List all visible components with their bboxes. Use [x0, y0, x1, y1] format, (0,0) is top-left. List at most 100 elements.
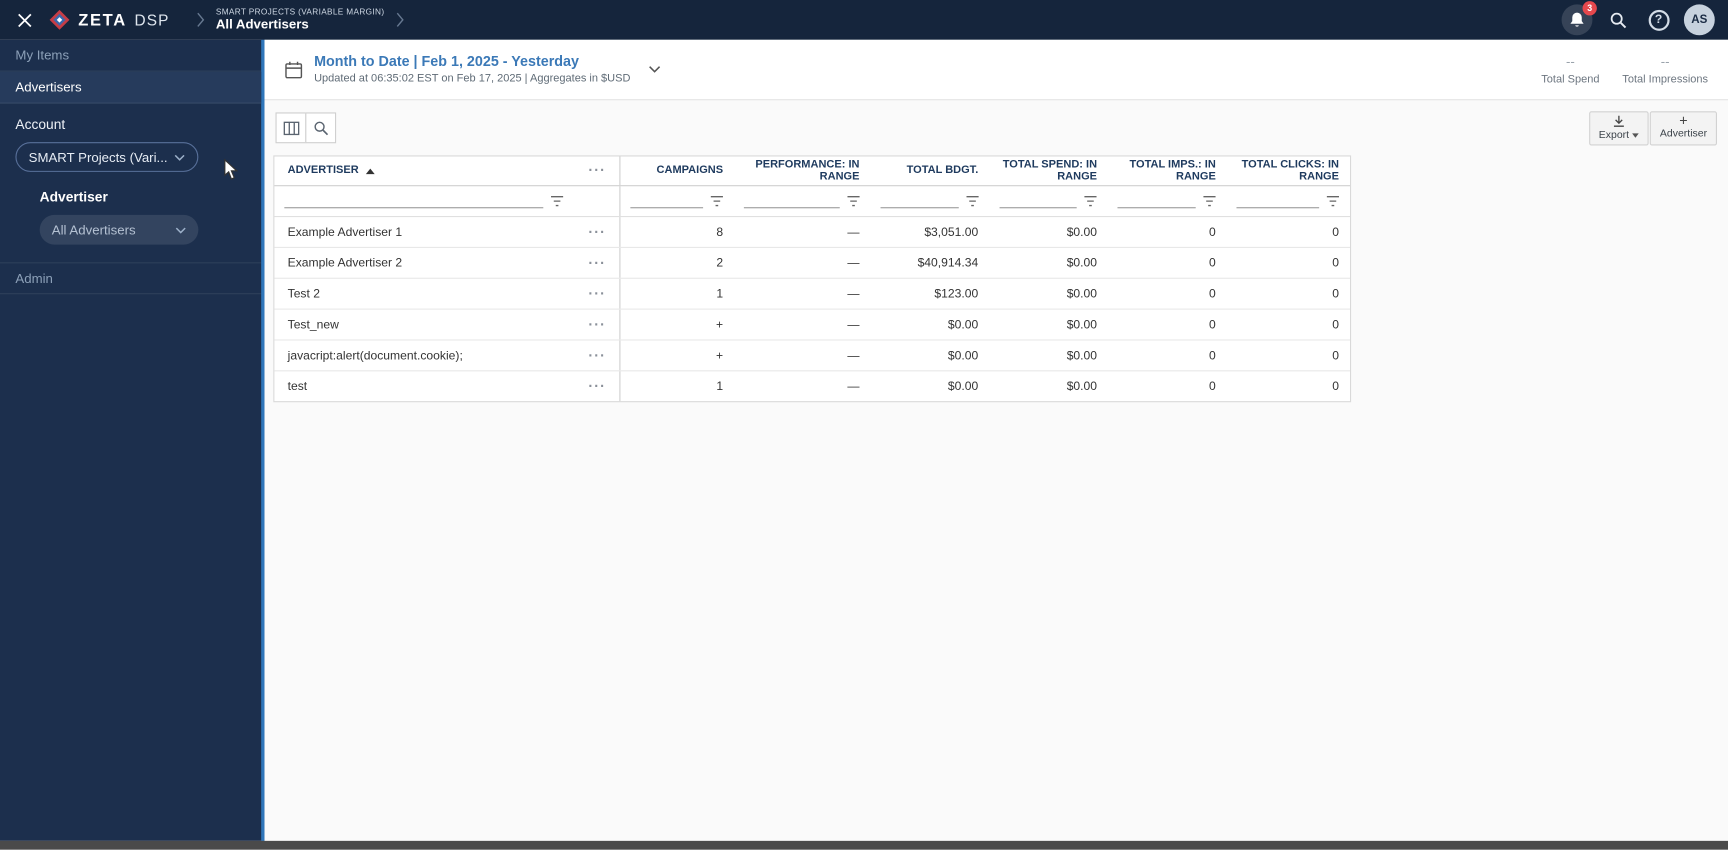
- total-imps-cell: 0: [1209, 348, 1216, 363]
- table-row: Test 2 ··· 1 — $123.00 $0.00 0 0: [274, 278, 1350, 310]
- filter-icon[interactable]: [1084, 195, 1098, 207]
- row-more-options[interactable]: ···: [575, 309, 621, 340]
- advertiser-name-cell[interactable]: Test 2: [274, 279, 574, 309]
- row-more-options[interactable]: ···: [575, 278, 621, 309]
- close-menu-button[interactable]: [0, 0, 48, 40]
- total-budget-filter-input[interactable]: [880, 195, 959, 208]
- total-spend-cell: $0.00: [1066, 317, 1098, 332]
- sidebar: My Items Advertisers Account SMART Proje…: [0, 39, 265, 841]
- avatar-initials: AS: [1685, 5, 1714, 35]
- grid-search-button[interactable]: [305, 112, 337, 144]
- advertiser-name-cell[interactable]: Example Advertiser 1: [274, 217, 574, 247]
- advertiser-name-cell[interactable]: Test_new: [274, 310, 574, 340]
- total-imps-filter-input[interactable]: [1117, 195, 1196, 208]
- total-spend-filter-input[interactable]: [999, 195, 1078, 208]
- help-button[interactable]: ?: [1643, 4, 1674, 35]
- table-row: Example Advertiser 2 ··· 2 — $40,914.34 …: [274, 247, 1350, 279]
- metric-total-spend: -- Total Spend: [1523, 51, 1618, 87]
- filter-icon[interactable]: [1203, 195, 1217, 207]
- column-header-total-budget[interactable]: TOTAL BDGT.: [870, 156, 989, 185]
- column-chooser-button[interactable]: [275, 112, 307, 144]
- performance-cell: —: [847, 225, 860, 239]
- campaigns-filter-input[interactable]: [630, 195, 704, 208]
- total-spend-cell: $0.00: [1066, 287, 1098, 301]
- campaigns-cell[interactable]: +: [621, 341, 734, 371]
- logo-text-zeta: ZETA: [78, 10, 127, 30]
- campaigns-cell[interactable]: +: [621, 310, 734, 340]
- total-clicks-filter-input[interactable]: [1236, 195, 1320, 208]
- logo-text-dsp: DSP: [134, 11, 170, 29]
- column-header-campaigns[interactable]: CAMPAIGNS: [621, 156, 734, 185]
- sidebar-item-advertisers[interactable]: Advertisers: [0, 71, 262, 104]
- breadcrumb-page-title: All Advertisers: [215, 16, 309, 33]
- total-budget-cell: $123.00: [934, 287, 979, 301]
- performance-cell: —: [847, 256, 860, 270]
- account-section: Account SMART Projects (Vari... Advertis…: [0, 104, 261, 263]
- chevron-right-icon[interactable]: [395, 12, 404, 27]
- table-row: Test_new ··· + — $0.00 $0.00 0 0: [274, 309, 1350, 341]
- export-button[interactable]: Export: [1588, 110, 1649, 145]
- chevron-down-icon: [174, 154, 185, 161]
- total-clicks-cell: 0: [1332, 317, 1339, 332]
- total-clicks-cell: 0: [1332, 225, 1339, 239]
- more-options-icon: ···: [588, 223, 606, 241]
- total-spend-value: --: [1565, 53, 1575, 69]
- table-row: javacript:alert(document.cookie); ··· + …: [274, 340, 1350, 372]
- total-imps-cell: 0: [1209, 379, 1216, 393]
- total-spend-cell: $0.00: [1066, 379, 1098, 393]
- sidebar-item-admin[interactable]: Admin: [0, 262, 262, 295]
- column-header-total-imps[interactable]: TOTAL IMPS.: IN RANGE: [1108, 156, 1227, 185]
- advertiser-select[interactable]: All Advertisers: [39, 214, 199, 245]
- row-more-options[interactable]: ···: [575, 371, 621, 402]
- help-icon: ?: [1648, 9, 1670, 31]
- user-avatar[interactable]: AS: [1683, 4, 1715, 36]
- total-imps-cell: 0: [1209, 287, 1216, 301]
- advertiser-name-cell[interactable]: javacript:alert(document.cookie);: [274, 341, 574, 371]
- advertiser-name-cell[interactable]: Example Advertiser 2: [274, 248, 574, 278]
- calendar-icon[interactable]: [284, 60, 303, 79]
- metric-total-impressions: -- Total Impressions: [1618, 51, 1713, 87]
- table-row: test ··· 1 — $0.00 $0.00 0 0: [274, 371, 1350, 402]
- campaigns-cell[interactable]: 1: [621, 371, 734, 401]
- sidebar-item-my-items[interactable]: My Items: [0, 40, 262, 72]
- notification-badge: 3: [1582, 1, 1597, 16]
- column-header-advertiser[interactable]: ADVERTISER: [274, 156, 574, 185]
- performance-filter-input[interactable]: [744, 195, 840, 208]
- column-header-total-spend[interactable]: TOTAL SPEND: IN RANGE: [989, 156, 1108, 185]
- account-label: Account: [15, 116, 66, 133]
- campaigns-cell[interactable]: 8: [621, 217, 734, 247]
- row-more-options[interactable]: ···: [575, 217, 621, 247]
- column-header-actions[interactable]: ···: [575, 156, 621, 186]
- column-header-total-clicks[interactable]: TOTAL CLICKS: IN RANGE: [1227, 156, 1350, 185]
- filter-icon[interactable]: [710, 195, 724, 207]
- topbar-actions: 3 ? AS: [1561, 1, 1728, 36]
- search-icon: [313, 121, 328, 135]
- date-header: Month to Date | Feb 1, 2025 - Yesterday …: [264, 39, 1728, 101]
- total-impressions-value: --: [1660, 53, 1670, 69]
- row-more-options[interactable]: ···: [575, 247, 621, 278]
- filter-icon[interactable]: [1326, 195, 1340, 207]
- breadcrumb[interactable]: SMART PROJECTS (VARIABLE MARGIN) All Adv…: [216, 6, 385, 33]
- campaigns-cell[interactable]: 1: [621, 279, 734, 309]
- advertiser-filter-input[interactable]: [284, 195, 544, 208]
- horizontal-scrollbar[interactable]: [0, 840, 1728, 850]
- date-range-chevron-icon[interactable]: [648, 65, 661, 74]
- total-clicks-cell: 0: [1332, 379, 1339, 393]
- filter-icon[interactable]: [965, 195, 979, 207]
- filter-icon[interactable]: [550, 195, 564, 207]
- search-button[interactable]: [1602, 4, 1633, 35]
- account-select[interactable]: SMART Projects (Vari...: [15, 142, 199, 172]
- add-advertiser-button[interactable]: + Advertiser: [1650, 110, 1717, 145]
- row-more-options[interactable]: ···: [575, 340, 621, 371]
- total-budget-cell: $3,051.00: [924, 225, 979, 239]
- notifications-button[interactable]: 3: [1561, 1, 1597, 36]
- filter-icon[interactable]: [846, 195, 860, 207]
- advertiser-name-cell[interactable]: test: [274, 371, 574, 401]
- more-options-icon: ···: [588, 254, 606, 272]
- zeta-dsp-logo[interactable]: ZETA DSP: [48, 9, 184, 31]
- date-range-selector[interactable]: Month to Date | Feb 1, 2025 - Yesterday …: [314, 52, 630, 86]
- column-header-performance[interactable]: PERFORMANCE: IN RANGE: [734, 156, 870, 185]
- export-label: Export: [1598, 128, 1630, 142]
- campaigns-cell[interactable]: 2: [621, 248, 734, 278]
- bell-icon: [1570, 12, 1584, 27]
